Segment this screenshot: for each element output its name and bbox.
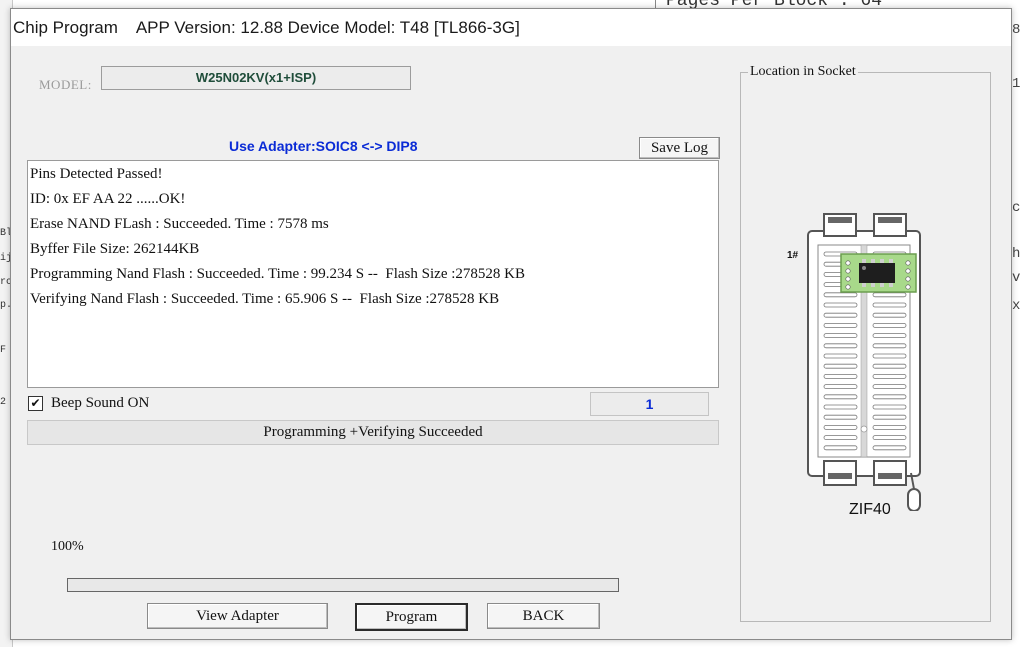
socket-pin-slot [872, 323, 907, 328]
socket-pin-slot [872, 424, 907, 430]
socket-pin-slot [872, 414, 907, 420]
background-fragment: 2 [0, 397, 7, 408]
socket-pin-slot [823, 373, 858, 379]
log-line: Byffer File Size: 262144KB [30, 241, 200, 257]
socket-pin-slot [872, 302, 907, 308]
socket-pin-slot [823, 302, 858, 308]
background-fragment: F [0, 345, 7, 356]
status-bar: Programming +Verifying Succeeded [27, 420, 719, 445]
log-line: Verifying Nand Flash : Succeeded. Time :… [30, 291, 500, 307]
zif-socket-icon [807, 213, 921, 511]
view-adapter-button[interactable]: View Adapter [147, 603, 328, 629]
background-fragment: x [1012, 298, 1020, 314]
log-line: Pins Detected Passed! [30, 166, 163, 182]
chip-program-dialog: Chip Program APP Version: 12.88 Device M… [10, 8, 1012, 640]
progress-percent: 100% [51, 539, 84, 554]
socket-pin-slot [872, 363, 907, 369]
back-button[interactable]: BACK [487, 603, 600, 629]
socket-pin-slot [872, 333, 907, 338]
socket-pin-slot [872, 404, 907, 410]
socket-pin-slot [823, 363, 858, 369]
model-field: W25N02KV(x1+ISP) [101, 66, 411, 90]
log-line: Programming Nand Flash : Succeeded. Time… [30, 266, 525, 282]
background-fragment: h [1012, 246, 1020, 262]
log-line: Erase NAND FLash : Succeeded. Time : 757… [30, 216, 329, 232]
socket-pin-slot [823, 333, 858, 338]
socket-pin-slot [872, 435, 907, 441]
socket-location-legend: Location in Socket [748, 64, 858, 80]
socket-name-label: ZIF40 [849, 501, 891, 518]
background-fragment: 1 [1012, 76, 1020, 92]
socket-pin-slot [872, 373, 907, 379]
program-count: 1 [590, 392, 709, 416]
model-label: MODEL: [39, 77, 92, 92]
socket-pin-slot [823, 424, 858, 430]
beep-sound-label[interactable]: Beep Sound ON [51, 395, 149, 412]
save-log-button[interactable]: Save Log [639, 137, 720, 159]
socket-pin-slot [823, 445, 858, 451]
log-output[interactable]: Pins Detected Passed! ID: 0x EF AA 22 ..… [27, 160, 719, 388]
progress-bar [67, 578, 619, 592]
log-line: ID: 0x EF AA 22 ......OK! [30, 191, 186, 207]
beep-sound-checkbox[interactable]: ✔ [28, 396, 43, 411]
socket-pin-slot [872, 384, 907, 390]
socket-pin-slot [872, 312, 907, 318]
socket-pin-slot [872, 445, 907, 451]
title-bar[interactable]: Chip Program APP Version: 12.88 Device M… [11, 9, 1011, 46]
background-fragment: 8 [1012, 22, 1020, 38]
socket-pin-slot [823, 404, 858, 410]
pin1-marker: 1# [787, 250, 799, 261]
socket-pin-slot [872, 353, 907, 359]
program-button[interactable]: Program [355, 603, 468, 631]
socket-pin-slot [823, 394, 858, 400]
socket-pin-slot [872, 343, 907, 349]
socket-pin-slot [823, 323, 858, 328]
adapter-hint: Use Adapter:SOIC8 <-> DIP8 [229, 138, 418, 154]
background-fragment: v [1012, 270, 1020, 286]
socket-pin-slot [872, 394, 907, 400]
socket-pin-slot [823, 384, 858, 390]
socket-pin-slot [872, 292, 907, 298]
window-title: Chip Program APP Version: 12.88 Device M… [13, 18, 520, 37]
socket-pin-slot [823, 353, 858, 359]
socket-pin-slot [823, 312, 858, 318]
socket-pin-slot [823, 292, 858, 298]
background-fragment: c [1012, 200, 1020, 216]
socket-pin-slot [823, 414, 858, 420]
socket-pin-slot [823, 343, 858, 349]
socket-pin-slot [823, 435, 858, 441]
progress-fill [68, 579, 618, 591]
